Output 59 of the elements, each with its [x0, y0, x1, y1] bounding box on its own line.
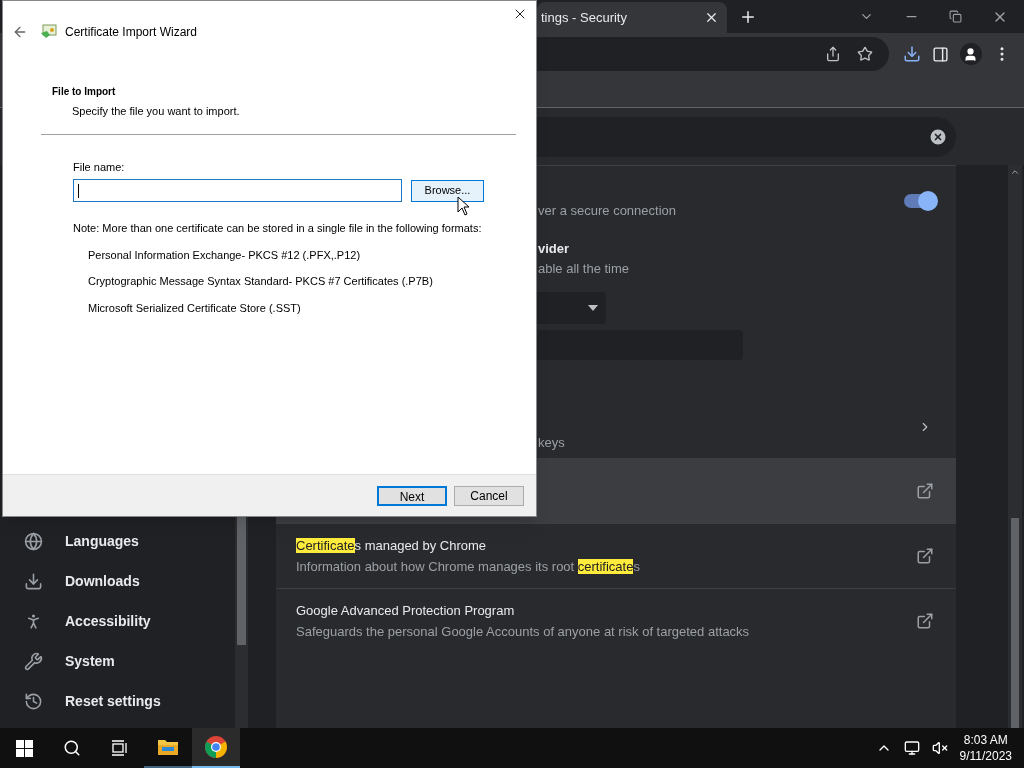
sidebar-item[interactable]: System [0, 650, 235, 672]
setting-description: Safeguards the personal Google Accounts of anyone at risk of targeted attacks [296, 623, 751, 641]
task-view-icon[interactable] [111, 740, 129, 756]
external-link-icon[interactable] [916, 482, 934, 500]
back-icon[interactable] [12, 24, 28, 40]
dialog-button[interactable]: Next [377, 485, 447, 506]
clear-icon[interactable] [928, 126, 948, 147]
side-panel-icon[interactable] [931, 45, 949, 63]
sidebar-item[interactable]: Reset settings [0, 690, 235, 712]
browser-tab[interactable]: tings - Security [537, 2, 727, 33]
profile-avatar[interactable] [959, 43, 982, 65]
sidebar-item[interactable]: Accessibility [0, 610, 235, 632]
file-name-field[interactable] [73, 179, 402, 202]
close-icon[interactable] [704, 10, 719, 25]
format-item: Personal Information Exchange- PKCS #12 (.PFX,.P12) [88, 247, 362, 263]
search-icon[interactable] [63, 739, 81, 757]
certificate-icon [40, 24, 57, 40]
setting-description: able all the time [538, 259, 631, 278]
format-item: Cryptographic Message Syntax Standard- PKCS #7 Certificates (.P7B) [88, 274, 434, 289]
format-item: Microsoft Serialized Certificate Store (.SST) [88, 300, 302, 316]
history-icon [24, 691, 43, 711]
setting-description: keys [538, 434, 566, 453]
external-link-icon[interactable] [916, 612, 934, 630]
chrome-icon [204, 735, 228, 759]
input-field[interactable] [537, 330, 743, 360]
network-icon[interactable] [903, 740, 920, 756]
globe-icon [24, 531, 43, 551]
sidebar-item[interactable]: Downloads [0, 570, 235, 592]
scrollbar-thumb[interactable] [1011, 518, 1019, 728]
external-link-icon[interactable] [916, 547, 934, 565]
setting-title: Google Advanced Protection Program [296, 601, 516, 620]
setting-description: Information about how Chrome manages its root certificates [296, 558, 641, 576]
windows-icon[interactable] [15, 739, 33, 757]
note-text: Note: More than one certificate can be stored in a single file in the following formats: [73, 221, 483, 236]
download-icon [24, 571, 43, 591]
volume-muted-icon[interactable] [931, 740, 948, 756]
wrench-icon [24, 651, 43, 671]
restore-icon[interactable] [949, 10, 962, 23]
bookmark-star-icon[interactable] [857, 46, 873, 62]
browse-button[interactable]: Browse... [411, 179, 484, 202]
setting-title: vider [538, 240, 571, 258]
page-subheading: Specify the file you want to import. [71, 104, 241, 119]
field-label: File name: [73, 159, 126, 175]
mouse-pointer-icon [457, 196, 469, 216]
setting-description: ver a secure connection [538, 201, 678, 220]
caret-icon [588, 305, 598, 311]
taskbar-app[interactable] [192, 728, 240, 768]
toggle-switch[interactable] [904, 193, 936, 208]
setting-title: Certificates managed by Chrome [296, 536, 488, 555]
folder-icon [157, 738, 179, 756]
scroll-up-icon[interactable] [1010, 167, 1020, 177]
clock[interactable]: 8:03 AM 9/11/2023 [959, 732, 1012, 764]
page-heading: File to Import [52, 85, 117, 99]
sidebar-item[interactable]: Languages [0, 530, 235, 552]
download-icon[interactable] [902, 45, 921, 63]
window-title: Certificate Import Wizard [65, 24, 198, 41]
share-icon[interactable] [825, 46, 841, 62]
dialog-button[interactable]: Cancel [454, 485, 524, 506]
search-field[interactable] [537, 116, 956, 157]
